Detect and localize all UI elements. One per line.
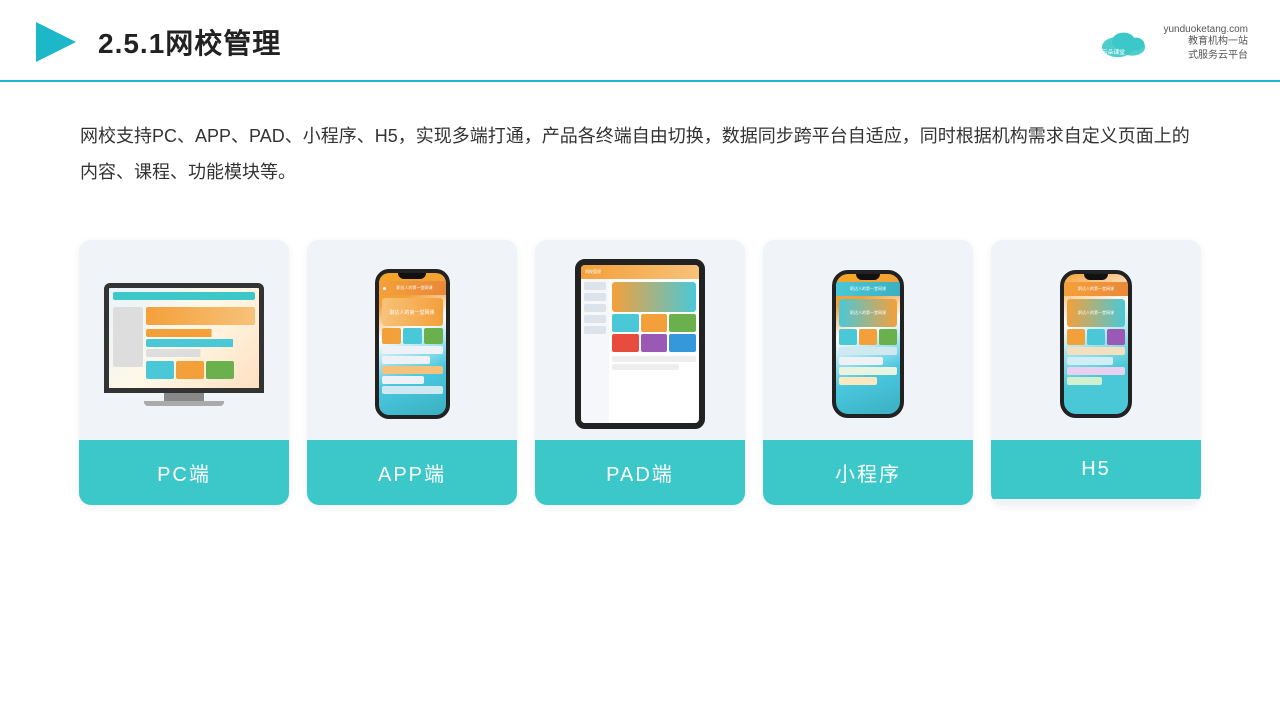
card-pc-label: PC端 [79,440,289,505]
header: 2.5.1网校管理 云朵课堂 yunduoketang.com 教育机构一站式服… [0,0,1280,82]
pc-screen [109,288,259,388]
description-text: 网校支持PC、APP、PAD、小程序、H5，实现多端打通，产品各终端自由切换，数… [0,82,1280,200]
brand-slogan: 教育机构一站式服务云平台 [1163,35,1248,63]
card-pad-label: PAD端 [535,440,745,505]
phone-app-screen: 职达人的第一堂网课 职达人的第一堂网课 [379,273,446,415]
header-right: 云朵课堂 yunduoketang.com 教育机构一站式服务云平台 [1095,22,1248,63]
brand-info: yunduoketang.com 教育机构一站式服务云平台 [1163,22,1248,63]
page-title: 2.5.1网校管理 [98,22,281,62]
header-left: 2.5.1网校管理 [32,18,281,66]
phone-h5-mockup: 职达人的第一堂网课 职达人的第一堂网课 [1060,270,1132,418]
phone-app-mockup: 职达人的第一堂网课 职达人的第一堂网课 [375,269,450,419]
card-h5-label: H5 [991,440,1201,499]
phone-miniapp-screen: 职达人的第一堂网课 职达人的第一堂网课 [836,274,900,414]
phone-miniapp-mockup: 职达人的第一堂网课 职达人的第一堂网课 [832,270,904,418]
card-miniapp-image: 职达人的第一堂网课 职达人的第一堂网课 [763,240,973,440]
card-h5: 职达人的第一堂网课 职达人的第一堂网课 [991,240,1201,505]
brand-url: yunduoketang.com [1163,24,1248,35]
card-miniapp: 职达人的第一堂网课 职达人的第一堂网课 [763,240,973,505]
card-pad-image: 网校管理 [535,240,745,440]
card-pad: 网校管理 [535,240,745,505]
card-app: 职达人的第一堂网课 职达人的第一堂网课 [307,240,517,505]
logo-arrow-icon [32,18,80,66]
card-app-label: APP端 [307,440,517,505]
card-pc-image [79,240,289,440]
pc-mockup [104,283,264,406]
card-pc: PC端 [79,240,289,505]
brand-cloud-icon: 云朵课堂 [1095,24,1155,60]
card-h5-image: 职达人的第一堂网课 职达人的第一堂网课 [991,240,1201,440]
pc-monitor [104,283,264,393]
cards-container: PC端 职达人的第一堂网课 职达人的第一堂网课 [0,210,1280,505]
tablet-screen: 网校管理 [581,265,699,423]
phone-h5-screen: 职达人的第一堂网课 职达人的第一堂网课 [1064,274,1128,414]
card-app-image: 职达人的第一堂网课 职达人的第一堂网课 [307,240,517,440]
card-miniapp-label: 小程序 [763,440,973,505]
tablet-mockup: 网校管理 [575,259,705,429]
